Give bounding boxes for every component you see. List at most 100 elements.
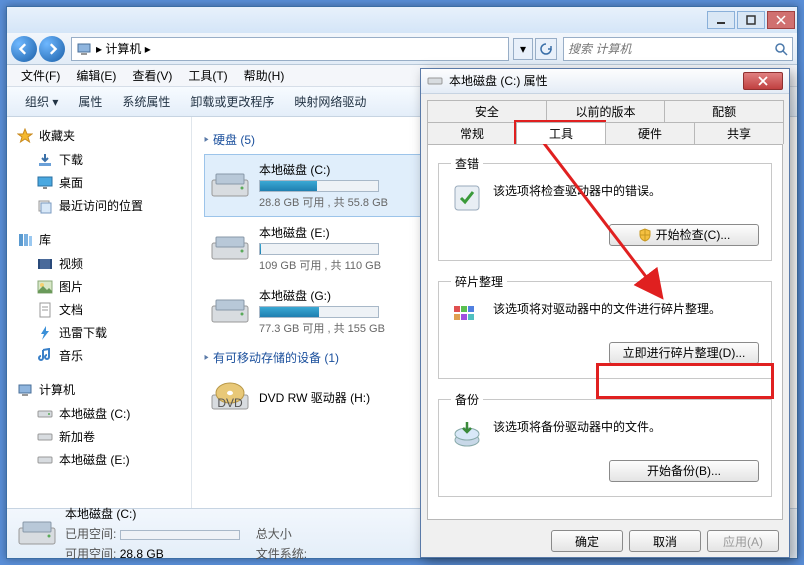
nav-back-button[interactable]: [11, 36, 37, 62]
shield-icon: [638, 228, 652, 242]
defrag-icon: [451, 300, 483, 332]
drive-free: 77.3 GB 可用 , 共 155 GB: [259, 320, 385, 336]
breadcrumb-sep2: ▸: [145, 42, 151, 56]
start-backup-button[interactable]: 开始备份(B)...: [609, 460, 759, 482]
toolbar-organize[interactable]: 组织 ▾: [15, 89, 68, 114]
sidebar-item-pictures[interactable]: 图片: [7, 275, 191, 298]
sidebar-item-drive-c[interactable]: 本地磁盘 (C:): [7, 402, 191, 425]
window-titlebar: [7, 7, 797, 33]
xunlei-icon: [37, 325, 53, 341]
dialog-button-row: 确定 取消 应用(A): [421, 526, 789, 557]
drive-icon: [37, 406, 53, 422]
star-icon: [17, 128, 33, 144]
toolbar-uninstall[interactable]: 卸载或更改程序: [180, 89, 284, 114]
sidebar-computer-header[interactable]: 计算机: [7, 377, 191, 402]
drive-name: 本地磁盘 (G:): [259, 287, 385, 304]
sidebar-item-downloads[interactable]: 下载: [7, 148, 191, 171]
maximize-button[interactable]: [737, 11, 765, 29]
menu-help[interactable]: 帮助(H): [236, 65, 293, 86]
address-dropdown[interactable]: ▾: [513, 38, 533, 60]
drive-icon: [210, 233, 250, 265]
breadcrumb-sep: ▸: [96, 42, 102, 56]
dialog-titlebar: 本地磁盘 (C:) 属性: [421, 69, 789, 94]
desktop-icon: [37, 175, 53, 191]
toolbar-mapdrive[interactable]: 映射网络驱动: [284, 89, 376, 114]
search-icon: [774, 42, 788, 56]
drive-icon: [37, 452, 53, 468]
drive-free: 28.8 GB 可用 , 共 55.8 GB: [259, 194, 388, 210]
sidebar-item-xunlei[interactable]: 迅雷下载: [7, 321, 191, 344]
drive-icon: [210, 170, 250, 202]
minimize-button[interactable]: [707, 11, 735, 29]
check-icon: [451, 182, 483, 214]
tab-previous[interactable]: 以前的版本: [546, 100, 666, 122]
section-defrag: 碎片整理 该选项将对驱动器中的文件进行碎片整理。 立即进行碎片整理(D)...: [438, 273, 772, 379]
sidebar-item-recent[interactable]: 最近访问的位置: [7, 194, 191, 217]
drive-usage-bar: [259, 243, 379, 255]
tab-security[interactable]: 安全: [427, 100, 547, 122]
start-check-button[interactable]: 开始检查(C)...: [609, 224, 759, 246]
sidebar-item-videos[interactable]: 视频: [7, 252, 191, 275]
section-backup: 备份 该选项将备份驱动器中的文件。 开始备份(B)...: [438, 391, 772, 497]
search-box[interactable]: [563, 37, 793, 61]
download-icon: [37, 152, 53, 168]
sidebar-item-drive-new[interactable]: 新加卷: [7, 425, 191, 448]
sidebar: 收藏夹 下载 桌面 最近访问的位置 库 视频 图片 文档 迅雷下载 音乐: [7, 117, 192, 508]
ok-button[interactable]: 确定: [551, 530, 623, 552]
picture-icon: [37, 279, 53, 295]
dialog-title: 本地磁盘 (C:) 属性: [449, 72, 743, 89]
apply-button[interactable]: 应用(A): [707, 530, 779, 552]
sidebar-item-drive-e[interactable]: 本地磁盘 (E:): [7, 448, 191, 471]
video-icon: [37, 256, 53, 272]
document-icon: [37, 302, 53, 318]
status-title: 本地磁盘 (C:): [65, 505, 307, 522]
drive-icon: [17, 516, 57, 552]
computer-icon: [76, 41, 92, 57]
svg-text:DVD: DVD: [217, 396, 243, 410]
tab-panel-tools: 查错 该选项将检查驱动器中的错误。 开始检查(C)... 碎片整理 该选项将对驱…: [427, 144, 783, 520]
toolbar-properties[interactable]: 属性: [68, 89, 112, 114]
music-icon: [37, 348, 53, 364]
recent-icon: [37, 198, 53, 214]
nav-bar: ▸ 计算机 ▸ ▾: [7, 33, 797, 65]
refresh-button[interactable]: [535, 38, 557, 60]
drive-icon: [37, 429, 53, 445]
tab-quota[interactable]: 配额: [664, 100, 784, 122]
drive-usage-bar: [259, 306, 379, 318]
search-input[interactable]: [568, 42, 774, 56]
tab-strip: 安全 以前的版本 配额 常规 工具 硬件 共享: [421, 94, 789, 144]
tab-hardware[interactable]: 硬件: [605, 122, 695, 144]
menu-view[interactable]: 查看(V): [124, 65, 180, 86]
tab-tools[interactable]: 工具: [516, 122, 606, 144]
nav-forward-button[interactable]: [39, 36, 65, 62]
dialog-close-button[interactable]: [743, 72, 783, 90]
address-bar[interactable]: ▸ 计算机 ▸: [71, 37, 509, 61]
backup-icon: [451, 418, 483, 450]
cancel-button[interactable]: 取消: [629, 530, 701, 552]
computer-icon: [17, 382, 33, 398]
libraries-icon: [17, 232, 33, 248]
menu-edit[interactable]: 编辑(E): [68, 65, 124, 86]
close-button[interactable]: [767, 11, 795, 29]
sidebar-item-music[interactable]: 音乐: [7, 344, 191, 367]
sidebar-item-documents[interactable]: 文档: [7, 298, 191, 321]
dvd-icon: DVD: [210, 381, 250, 413]
drive-free: 109 GB 可用 , 共 110 GB: [259, 257, 381, 273]
menu-tools[interactable]: 工具(T): [180, 65, 235, 86]
drive-usage-bar: [259, 180, 379, 192]
breadcrumb-computer[interactable]: 计算机: [105, 40, 141, 57]
tab-general[interactable]: 常规: [427, 122, 517, 144]
drive-icon: [210, 296, 250, 328]
menu-file[interactable]: 文件(F): [13, 65, 68, 86]
toolbar-sysprops[interactable]: 系统属性: [112, 89, 180, 114]
sidebar-favorites-header[interactable]: 收藏夹: [7, 123, 191, 148]
dvd-label: DVD RW 驱动器 (H:): [259, 389, 370, 406]
sidebar-item-desktop[interactable]: 桌面: [7, 171, 191, 194]
drive-name: 本地磁盘 (E:): [259, 224, 381, 241]
defrag-now-button[interactable]: 立即进行碎片整理(D)...: [609, 342, 759, 364]
section-check: 查错 该选项将检查驱动器中的错误。 开始检查(C)...: [438, 155, 772, 261]
drive-name: 本地磁盘 (C:): [259, 161, 388, 178]
sidebar-libraries-header[interactable]: 库: [7, 227, 191, 252]
properties-dialog: 本地磁盘 (C:) 属性 安全 以前的版本 配额 常规 工具 硬件 共享 查错 …: [420, 68, 790, 558]
tab-sharing[interactable]: 共享: [694, 122, 784, 144]
